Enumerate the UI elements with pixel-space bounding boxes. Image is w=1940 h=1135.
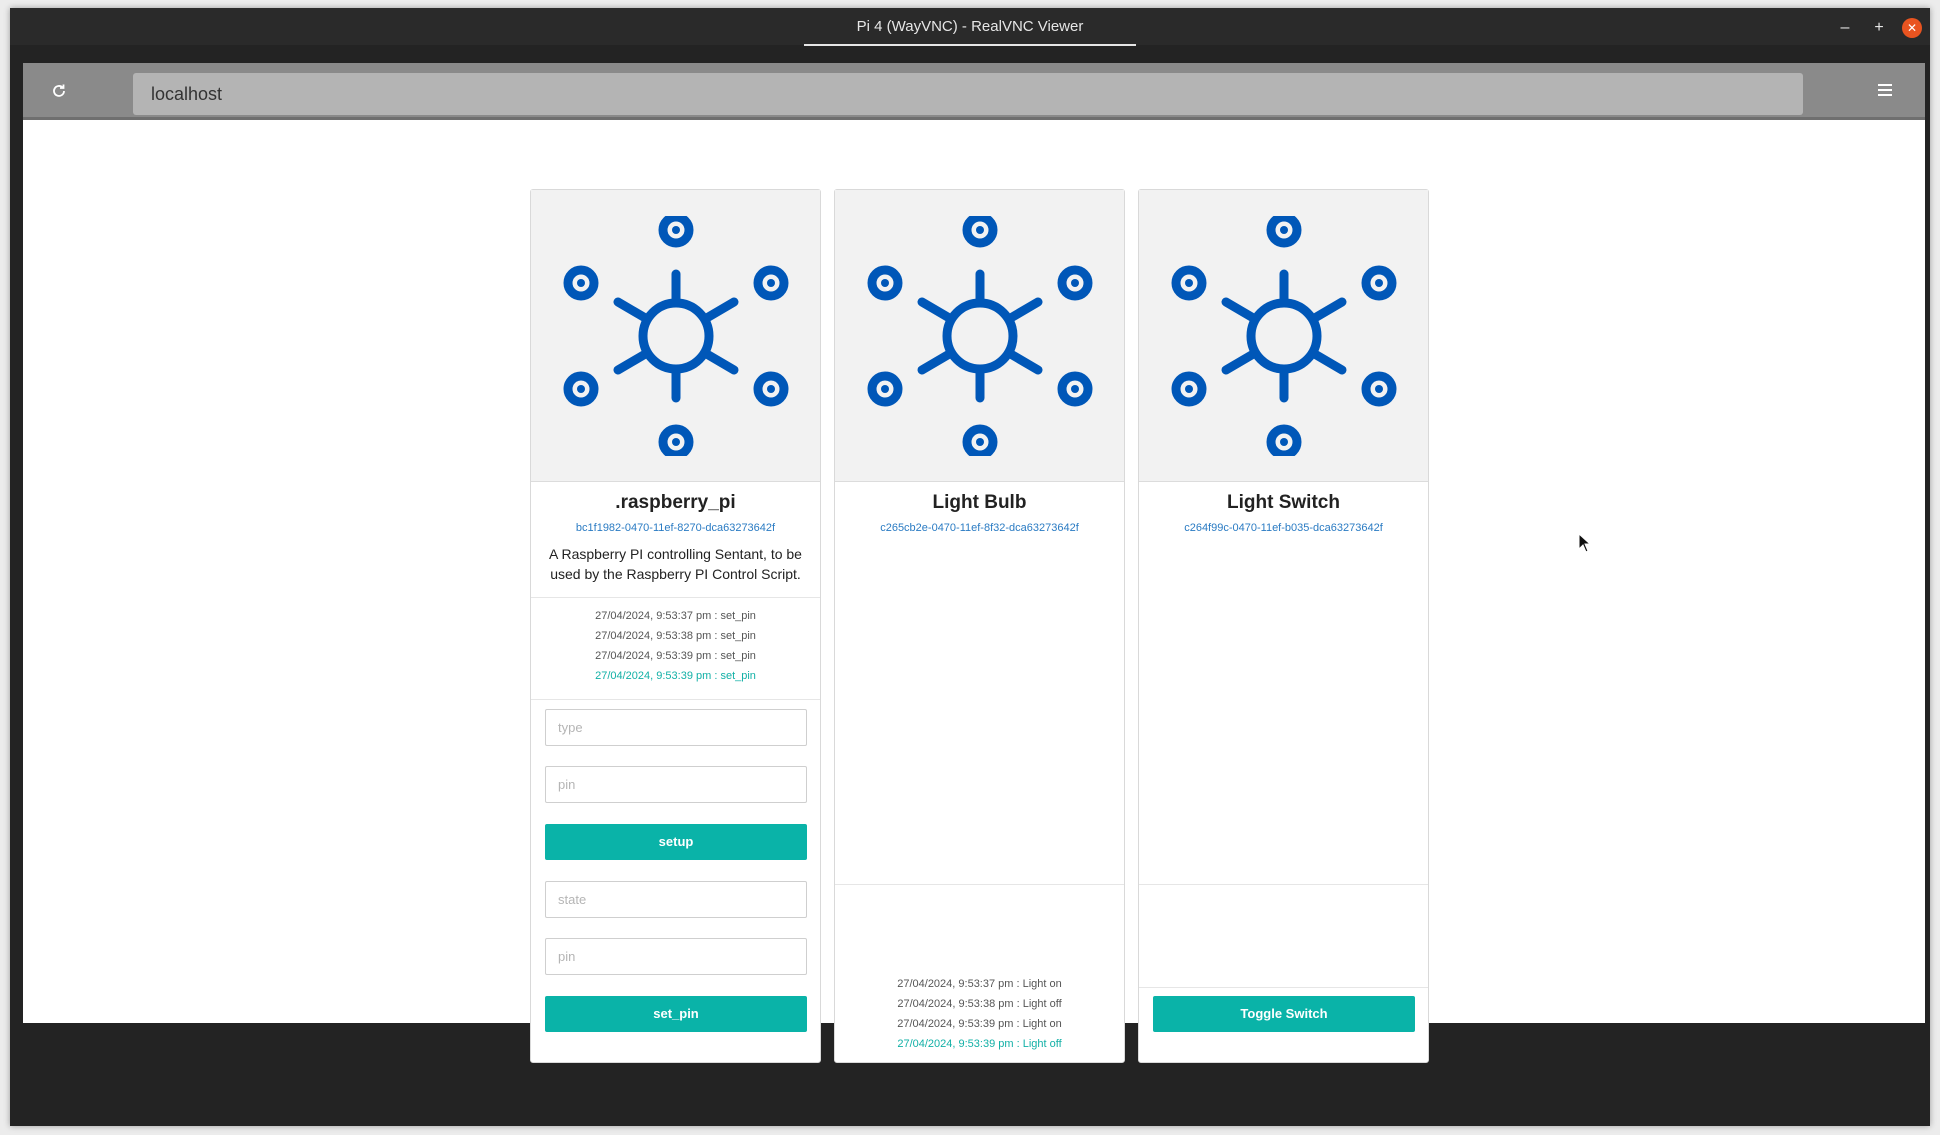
address-text: localhost [151,84,223,104]
minimize-button[interactable]: – [1835,18,1855,38]
card-id-link[interactable]: bc1f1982-0470-11ef-8270-dca63273642f [531,522,820,534]
pin-input[interactable] [545,938,807,975]
window-title: Pi 4 (WayVNC) - RealVNC Viewer [856,18,1084,35]
type-input[interactable] [545,709,807,746]
device-image [531,190,820,482]
log-entry-latest: 27/04/2024, 9:53:39 pm : set_pin [595,670,756,682]
hub-network-icon [563,215,788,456]
browser-view: localhost .raspberry_pi bc1f1982-0470-11… [23,63,1925,1063]
device-card-raspberry-pi: .raspberry_pi bc1f1982-0470-11ef-8270-dc… [530,189,821,1063]
card-title: .raspberry_pi [615,492,736,513]
device-card-light-switch: Light Switch c264f99c-0470-11ef-b035-dca… [1138,189,1429,1063]
log-entry: 27/04/2024, 9:53:37 pm : set_pin [595,610,756,622]
log-entry: 27/04/2024, 9:53:39 pm : Light on [897,1018,1062,1030]
hamburger-menu-icon[interactable] [1875,81,1895,101]
setup-button[interactable]: setup [545,824,807,860]
event-log: 27/04/2024, 9:53:37 pm : Light on 27/04/… [835,974,1124,1054]
pin-input[interactable] [545,766,807,803]
vnc-viewer-window: Pi 4 (WayVNC) - RealVNC Viewer – + ✕ loc… [10,8,1930,1126]
device-image [1139,190,1428,482]
divider [835,884,1124,885]
mouse-cursor-icon [1578,533,1592,553]
reload-icon [53,84,65,97]
hub-network-icon [867,215,1092,456]
divider [1139,987,1428,988]
maximize-button[interactable]: + [1869,18,1889,38]
card-description: A Raspberry PI controlling Sentant, to b… [549,546,802,582]
log-entry: 27/04/2024, 9:53:38 pm : set_pin [595,630,756,642]
card-title: Light Switch [1227,492,1340,513]
divider [531,597,820,598]
card-title: Light Bulb [932,492,1027,513]
divider [531,699,820,700]
device-image [835,190,1124,482]
set-pin-button[interactable]: set_pin [545,996,807,1032]
hub-network-icon [1171,215,1396,456]
close-button[interactable]: ✕ [1902,18,1922,38]
card-id-link[interactable]: c264f99c-0470-11ef-b035-dca63273642f [1139,522,1428,534]
toggle-switch-button[interactable]: Toggle Switch [1153,996,1415,1032]
log-entry: 27/04/2024, 9:53:39 pm : set_pin [595,650,756,662]
title-underline [804,44,1136,46]
window-titlebar[interactable]: Pi 4 (WayVNC) - RealVNC Viewer – + ✕ [10,8,1930,46]
log-entry: 27/04/2024, 9:53:38 pm : Light off [897,998,1062,1010]
address-bar[interactable]: localhost [133,73,1803,115]
log-entry-latest: 27/04/2024, 9:53:39 pm : Light off [897,1038,1062,1050]
device-card-light-bulb: Light Bulb c265cb2e-0470-11ef-8f32-dca63… [834,189,1125,1063]
state-input[interactable] [545,881,807,918]
browser-toolbar: localhost [23,63,1925,120]
event-log: 27/04/2024, 9:53:37 pm : set_pin 27/04/2… [531,606,820,686]
divider [1139,884,1428,885]
log-entry: 27/04/2024, 9:53:37 pm : Light on [897,978,1062,990]
reload-button[interactable] [45,77,73,105]
card-id-link[interactable]: c265cb2e-0470-11ef-8f32-dca63273642f [835,522,1124,534]
